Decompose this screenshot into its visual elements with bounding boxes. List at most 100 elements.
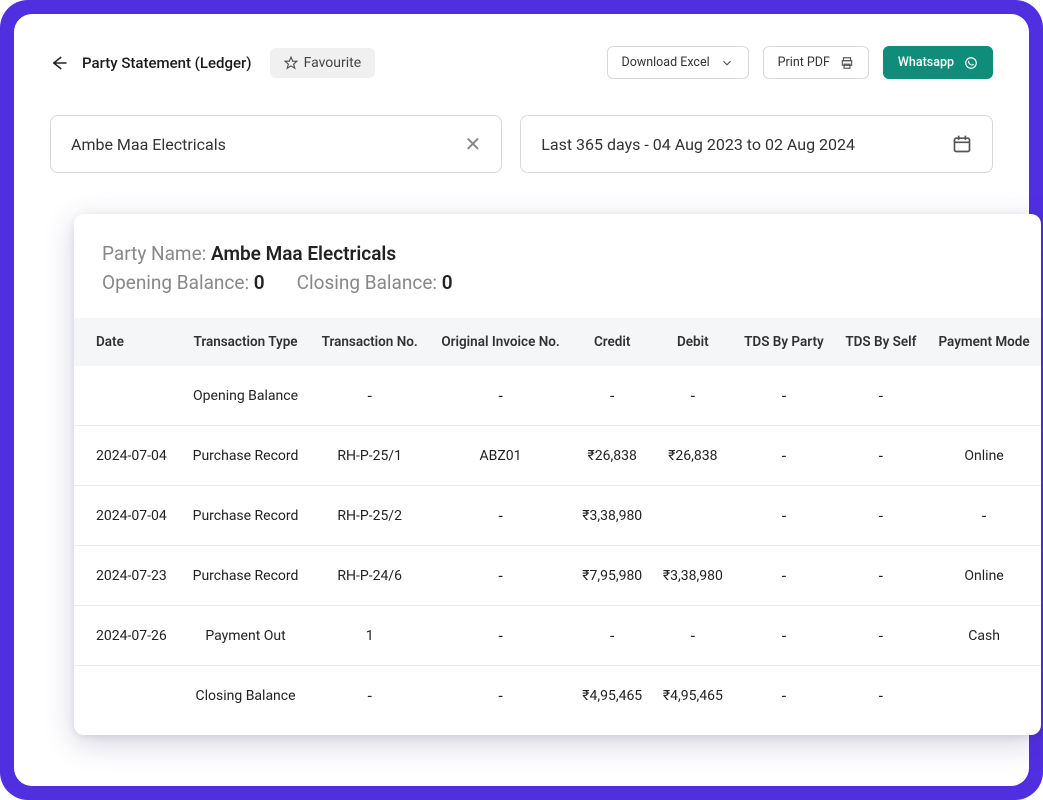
cell-date: 2024-07-26 [74,606,181,666]
cell-debit: - [653,606,734,666]
column-header: TDS By Party [733,318,834,366]
table-row: 2024-07-23Purchase RecordRH-P-24/6-₹7,95… [74,546,1041,606]
table-row: 2024-07-04Purchase RecordRH-P-25/1ABZ01₹… [74,426,1041,486]
opening-balance-value: 0 [254,271,265,294]
cell-inv: - [429,606,572,666]
closing-balance-value: 0 [442,271,453,294]
ledger-card: Party Name: Ambe Maa Electricals Opening… [74,214,1041,735]
cell-tdss: - [835,486,928,546]
cell-tno: 1 [310,606,429,666]
cell-tdsp: - [733,666,834,726]
clear-party-icon[interactable]: ✕ [464,132,481,156]
cell-tdsp: - [733,366,834,426]
ledger-header: Party Name: Ambe Maa Electricals Opening… [74,242,1041,318]
main-panel: Party Statement (Ledger) Favourite Downl… [14,14,1029,786]
cell-tdss: - [835,666,928,726]
app-frame: Party Statement (Ledger) Favourite Downl… [0,0,1043,800]
cell-inv: - [429,486,572,546]
ledger-table-body: Opening Balance------2024-07-04Purchase … [74,366,1041,725]
cell-ttype: Closing Balance [181,666,310,726]
party-name-value: Ambe Maa Electricals [211,242,396,265]
ledger-table: DateTransaction TypeTransaction No.Origi… [74,318,1041,725]
party-filter-value: Ambe Maa Electricals [71,135,226,154]
table-row: Closing Balance--₹4,95,465₹4,95,465-- [74,666,1041,726]
cell-credit: ₹7,95,980 [572,546,653,606]
ledger-table-head: DateTransaction TypeTransaction No.Origi… [74,318,1041,366]
filter-row: Ambe Maa Electricals ✕ Last 365 days - 0… [50,115,993,173]
star-icon [284,56,298,70]
cell-inv: ABZ01 [429,426,572,486]
calendar-icon [952,134,972,154]
cell-date: 2024-07-23 [74,546,181,606]
date-filter[interactable]: Last 365 days - 04 Aug 2023 to 02 Aug 20… [520,115,993,173]
column-header: Credit [572,318,653,366]
column-header: Date [74,318,181,366]
cell-tdss: - [835,606,928,666]
back-arrow-icon[interactable] [50,54,68,72]
cell-tdss: - [835,546,928,606]
cell-ttype: Purchase Record [181,546,310,606]
party-filter[interactable]: Ambe Maa Electricals ✕ [50,115,502,173]
print-pdf-button[interactable]: Print PDF [763,46,869,79]
favourite-label: Favourite [304,55,362,71]
whatsapp-icon [964,56,978,70]
cell-inv: - [429,546,572,606]
cell-date [74,366,181,426]
cell-debit: ₹26,838 [653,426,734,486]
opening-balance-label: Opening Balance: [102,271,249,294]
cell-pmode [927,366,1041,426]
cell-tdsp: - [733,606,834,666]
download-excel-button[interactable]: Download Excel [607,46,749,79]
cell-debit [653,486,734,546]
column-header: Transaction No. [310,318,429,366]
cell-inv: - [429,366,572,426]
table-row: 2024-07-04Purchase RecordRH-P-25/2-₹3,38… [74,486,1041,546]
cell-tdsp: - [733,426,834,486]
page-title: Party Statement (Ledger) [82,54,252,72]
whatsapp-label: Whatsapp [898,55,954,70]
cell-pmode [927,666,1041,726]
top-bar: Party Statement (Ledger) Favourite Downl… [50,46,993,79]
cell-tdsp: - [733,486,834,546]
cell-credit: - [572,606,653,666]
cell-ttype: Opening Balance [181,366,310,426]
cell-debit: - [653,366,734,426]
chevron-down-icon [720,56,734,70]
closing-balance-label: Closing Balance: [297,271,437,294]
date-filter-value: Last 365 days - 04 Aug 2023 to 02 Aug 20… [541,135,855,154]
cell-date [74,666,181,726]
column-header: TDS By Self [835,318,928,366]
cell-date: 2024-07-04 [74,486,181,546]
party-name-label: Party Name: [102,242,206,265]
cell-tno: RH-P-25/1 [310,426,429,486]
cell-tdsp: - [733,546,834,606]
column-header: Payment Mode [927,318,1041,366]
favourite-button[interactable]: Favourite [270,48,376,78]
cell-tno: RH-P-24/6 [310,546,429,606]
column-header: Original Invoice No. [429,318,572,366]
cell-date: 2024-07-04 [74,426,181,486]
cell-ttype: Purchase Record [181,426,310,486]
cell-tdss: - [835,426,928,486]
cell-debit: ₹4,95,465 [653,666,734,726]
cell-tdss: - [835,366,928,426]
cell-ttype: Purchase Record [181,486,310,546]
column-header: Transaction Type [181,318,310,366]
cell-credit: - [572,366,653,426]
cell-inv: - [429,666,572,726]
cell-credit: ₹26,838 [572,426,653,486]
cell-credit: ₹4,95,465 [572,666,653,726]
cell-pmode: - [927,486,1041,546]
cell-pmode: Cash [927,606,1041,666]
cell-pmode: Online [927,546,1041,606]
download-excel-label: Download Excel [622,55,710,70]
cell-tno: - [310,666,429,726]
cell-ttype: Payment Out [181,606,310,666]
printer-icon [840,56,854,70]
cell-pmode: Online [927,426,1041,486]
cell-debit: ₹3,38,980 [653,546,734,606]
table-row: 2024-07-26Payment Out1-----Cash [74,606,1041,666]
cell-tno: - [310,366,429,426]
whatsapp-button[interactable]: Whatsapp [883,46,993,79]
cell-credit: ₹3,38,980 [572,486,653,546]
